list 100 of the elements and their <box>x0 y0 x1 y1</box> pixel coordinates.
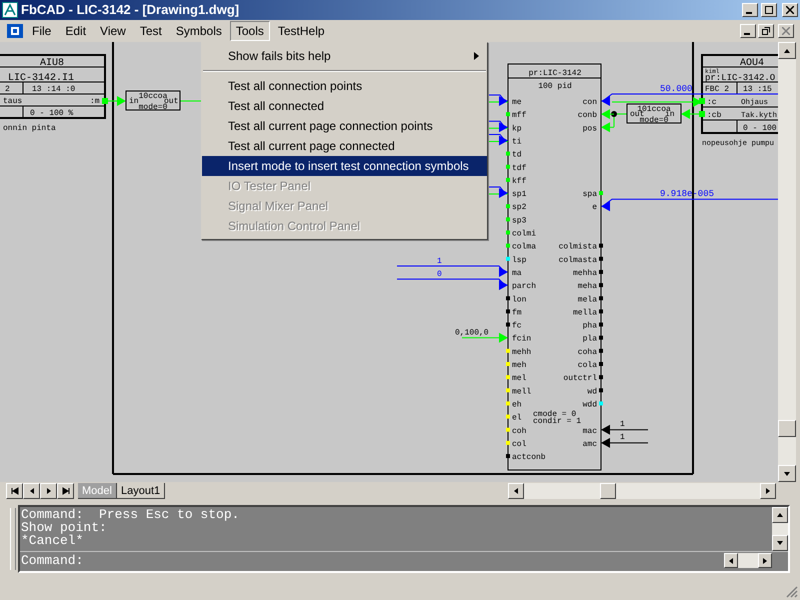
pin-label: pla <box>582 334 597 344</box>
menu-entry[interactable]: Insert mode to insert test connection symbols <box>202 156 487 176</box>
pin-label: actconb <box>512 453 546 462</box>
signal-label: taus <box>3 97 22 106</box>
pin-label: cola <box>578 361 597 370</box>
value-label: 50.000 <box>660 84 692 94</box>
menu-item[interactable]: File <box>26 21 58 41</box>
pin-label: wd <box>587 387 597 396</box>
menu-item[interactable]: Tools <box>230 21 270 41</box>
port-marker <box>102 98 108 104</box>
port-label: :c <box>707 98 717 107</box>
scroll-left-icon <box>727 556 735 564</box>
menu-item[interactable]: Edit <box>59 21 92 41</box>
command-history-line: Show point: <box>21 521 107 534</box>
next-button[interactable] <box>40 482 57 498</box>
scroll-up-icon <box>776 511 784 519</box>
resize-grip-icon[interactable] <box>786 586 798 598</box>
scroll-down-icon <box>783 470 791 478</box>
menu-entry[interactable]: Test all connection points <box>202 76 487 96</box>
menu-entry[interactable]: Test all connected <box>202 96 487 116</box>
menu-item[interactable]: Symbols <box>170 21 228 41</box>
connector-line <box>108 96 126 106</box>
pin-label: mehh <box>512 348 532 357</box>
block-title: AIU8 <box>40 58 64 69</box>
pin-label: meh <box>512 361 526 370</box>
pin-label: wdd <box>582 400 597 410</box>
parameter-label: condir = 1 <box>533 417 582 426</box>
pin-label: meha <box>578 282 597 292</box>
port-marker <box>699 111 705 117</box>
pin-label: colmi <box>512 230 536 238</box>
pin-label: coha <box>578 348 597 357</box>
scroll-right-icon <box>761 556 769 564</box>
pin-label: fm <box>512 308 522 318</box>
pin-label: parch <box>512 282 536 292</box>
block-title: AOU4 <box>740 58 764 69</box>
scroll-down-icon <box>776 539 784 547</box>
minimize-button[interactable] <box>740 24 756 38</box>
window-title: FbCAD - LIC-3142 - [Drawing1.dwg] <box>21 1 240 20</box>
pin-label: lon <box>512 295 526 304</box>
last-button[interactable] <box>57 482 74 498</box>
pin-label: td <box>512 150 522 160</box>
scroll-thumb[interactable] <box>778 420 796 437</box>
app-icon <box>2 2 18 18</box>
next-icon <box>44 486 52 494</box>
block-title: pr:LIC-3142 <box>528 69 582 78</box>
minimize-button[interactable] <box>742 3 758 17</box>
block-number: 2 <box>5 85 10 94</box>
previous-icon <box>28 486 36 494</box>
document-icon[interactable] <box>6 23 24 39</box>
pin-label: sp1 <box>512 190 526 200</box>
pin-label: mel <box>512 374 526 384</box>
value-label: 0 <box>437 270 442 280</box>
pin-label: kff <box>512 176 526 186</box>
scroll-right-icon <box>764 486 772 494</box>
maximize-icon <box>765 6 773 14</box>
first-button[interactable] <box>6 482 23 498</box>
scroll-thumb[interactable] <box>600 482 616 498</box>
pin-label: conb <box>578 111 597 120</box>
pin-label: colma <box>512 242 536 252</box>
previous-button[interactable] <box>23 482 40 498</box>
time-label: 13 :15 <box>743 85 772 94</box>
pin-label: outctrl <box>563 374 597 384</box>
restore-button[interactable] <box>758 24 774 38</box>
pin-label: el <box>512 414 522 423</box>
port-label: in <box>129 97 139 106</box>
pin-label: con <box>582 98 597 107</box>
pin-label: me <box>512 98 522 107</box>
close-button[interactable] <box>778 24 794 38</box>
tag-label: pr:LIC-3142.O <box>705 73 776 83</box>
block-number: FBC 2 <box>705 85 730 94</box>
close-button[interactable] <box>782 3 798 17</box>
pin-label: mehha <box>572 268 597 278</box>
pin-label: colmasta <box>558 256 597 265</box>
vertical-scrollbar[interactable] <box>778 42 796 482</box>
port-marker <box>699 98 705 104</box>
mode-label: mode=0 <box>138 103 168 112</box>
menu-entry[interactable]: Test all current page connected <box>202 136 487 156</box>
maximize-button[interactable] <box>761 3 777 17</box>
menu-item[interactable]: Test <box>134 21 168 41</box>
pin-label: pha <box>582 322 597 331</box>
menu-item[interactable]: View <box>94 21 132 41</box>
pin-label: tdf <box>512 164 526 173</box>
layout-tab[interactable]: Layout1 <box>116 482 166 498</box>
menu-entry[interactable]: Test all current page connection points <box>202 116 487 136</box>
time-label: 13 :14 :0 <box>32 85 76 94</box>
horizontal-scrollbar[interactable] <box>508 482 776 498</box>
pin-label: sp3 <box>512 216 526 226</box>
pin-label: mff <box>512 111 526 120</box>
command-history-line: *Cancel* <box>21 534 84 547</box>
pin-label: sp2 <box>512 203 526 212</box>
pin-label: ma <box>512 268 522 278</box>
pin-label: amc <box>582 440 597 449</box>
port-label: :m <box>90 97 100 106</box>
menu-entry[interactable]: Show fails bits help <box>202 46 487 66</box>
pin-label: coh <box>512 426 526 436</box>
converter-block <box>626 104 682 124</box>
pin-label: fcin <box>512 334 532 344</box>
command-input[interactable]: Command: <box>20 554 724 567</box>
port-label: out <box>630 110 644 119</box>
menu-item[interactable]: TestHelp <box>272 21 331 41</box>
